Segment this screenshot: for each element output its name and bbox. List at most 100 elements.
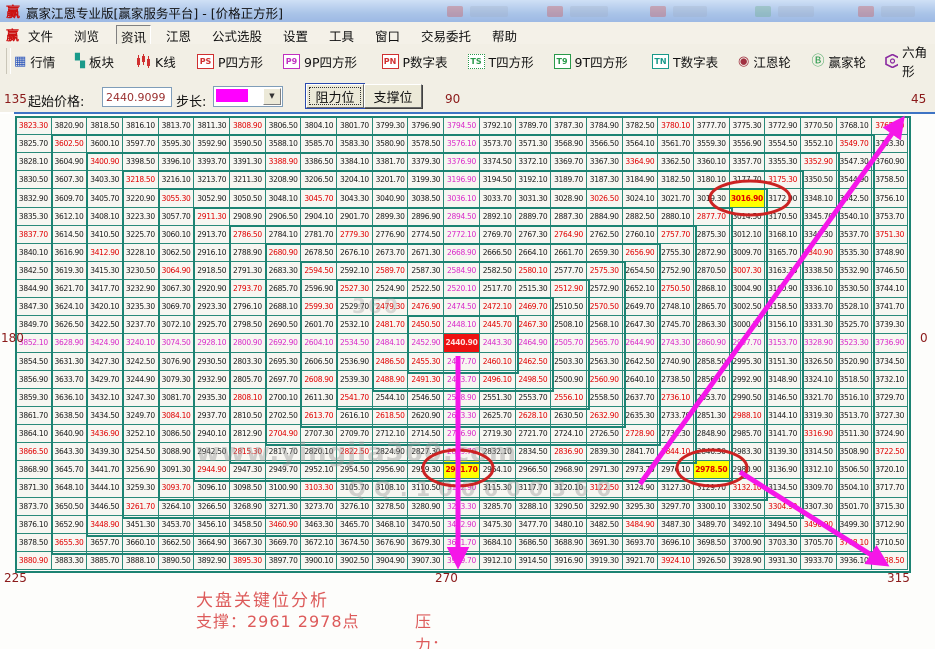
toolbar-item-9p-square[interactable]: P99P四方形 [283,51,357,71]
gann-cell: 2851.30 [694,407,730,425]
p-square-icon: PS [197,54,214,69]
gann-cell: 2529.70 [337,298,373,316]
gann-cell: 3768.10 [837,117,873,135]
gann-cell: 3892.90 [194,552,230,570]
menu-item-browse[interactable]: 浏览 [70,25,103,46]
gann-cell: 3254.50 [123,443,159,461]
gann-cell: 2901.70 [337,208,373,226]
toolbar-item-label: 赢家轮 [829,52,867,71]
gann-cell: 3715.30 [872,498,908,516]
gann-cell: 2467.30 [516,316,552,334]
gann-cell: 3926.50 [694,552,730,570]
toolbar-item-p-square[interactable]: PS P四方形 [197,51,263,71]
gann-cell: 3367.30 [587,153,623,171]
menu-item-help[interactable]: 帮助 [488,25,521,46]
gann-cell: 3475.30 [480,516,516,534]
gann-cell: 3842.50 [16,262,52,280]
menu-item-tools[interactable]: 工具 [325,25,358,46]
toolbar-item-hexagon[interactable]: 六角形 [885,51,935,71]
gann-cell: 3163.30 [765,262,801,280]
toolbar-item-label: T数字表 [673,52,718,71]
toolbar-item-p-number-table[interactable]: PNP数字表 [382,51,448,71]
gann-cell: 3127.30 [658,479,694,497]
toolbar-item-t-square[interactable]: TST四方形 [468,51,534,71]
gann-cell: 2685.70 [266,280,302,298]
gann-cell: 3256.90 [123,461,159,479]
gann-cell: 3324.10 [801,371,837,389]
menu-bar: 赢 文件浏览资讯江恩公式选股设置工具窗口交易委托帮助 [0,22,935,45]
gann-cell: 3520.90 [837,353,873,371]
gann-cell: 3448.90 [87,516,123,534]
gann-cell: 2472.10 [480,298,516,316]
gann-cell: 3648.10 [52,479,88,497]
t-number-table-icon: TN [652,54,669,69]
gann-cell: 3477.70 [516,516,552,534]
toolbar-item-label: P四方形 [218,52,263,71]
gann-cell: 2676.10 [337,244,373,262]
menu-item-window[interactable]: 窗口 [371,25,404,46]
gann-cell: 3187.30 [587,171,623,189]
gann-cell: 2601.70 [301,316,337,334]
gann-cell: 2805.70 [230,371,266,389]
dropdown-arrow-icon[interactable]: ▼ [263,88,281,105]
gann-cell: 3297.70 [658,498,694,516]
gann-cell: 3170.50 [765,208,801,226]
toolbar-item-quotes[interactable]: ▦行情 [14,51,55,71]
gann-cell: 2532.10 [337,316,373,334]
gann-cell: 3748.90 [872,244,908,262]
gann-cell: 3014.50 [730,208,766,226]
toolbar-item-kline[interactable]: K线 [136,51,176,71]
angle-label-270: 270 [435,571,458,585]
toolbar-item-sectors[interactable]: ▚板块 [75,51,114,71]
gann-cell: 3100.90 [266,479,302,497]
gann-cell: 3628.90 [52,334,88,352]
gann-cell: 2995.30 [730,353,766,371]
gann-cell: 2913.70 [194,226,230,244]
gann-cell: 3528.10 [837,298,873,316]
start-price-input[interactable] [102,87,172,107]
menu-item-formula-stock-pick[interactable]: 公式选股 [208,25,266,46]
gann-cell: 3890.50 [159,552,195,570]
gann-cell: 3024.10 [623,189,659,207]
menu-item-trade-order[interactable]: 交易委托 [417,25,475,46]
gann-cell: 3352.90 [801,153,837,171]
toolbar-item-winner-wheel[interactable]: Ⓑ赢家轮 [812,51,867,71]
gann-cell: 3415.30 [87,262,123,280]
gann-cell: 2632.90 [587,407,623,425]
toolbar-item-gann-wheel[interactable]: ◉江恩轮 [738,51,791,71]
menu-item-gann[interactable]: 江恩 [162,25,195,46]
gann-cell: 3564.10 [623,135,659,153]
gann-cell: 2793.70 [230,280,266,298]
gann-cell: 2592.10 [337,262,373,280]
gann-cell: 3093.70 [159,479,195,497]
gann-cell: 2582.50 [480,262,516,280]
gann-cell: 3432.10 [87,389,123,407]
gann-cell: 2469.70 [516,298,552,316]
gann-cell: 2479.30 [373,298,409,316]
menu-item-file[interactable]: 文件 [24,25,57,46]
gann-cell: 3060.10 [159,226,195,244]
menu-item-settings[interactable]: 设置 [279,25,312,46]
gann-cell: 3441.70 [87,461,123,479]
gann-cell: 3086.50 [159,425,195,443]
gann-cell: 3285.70 [480,498,516,516]
gann-cell: 3907.30 [408,552,444,570]
gann-cell: 3816.10 [123,117,159,135]
gann-cell: 3727.30 [872,407,908,425]
gann-cell: 2906.50 [266,208,302,226]
support-button[interactable]: 支撑位 [364,84,422,108]
gann-cell: 2452.90 [408,334,444,352]
gann-cell: 3604.90 [52,153,88,171]
gann-cell: 2493.70 [444,371,480,389]
gann-cell: 3230.50 [123,262,159,280]
gann-cell: 3381.70 [373,153,409,171]
step-color-dropdown[interactable]: ▼ [213,86,283,107]
gann-cell: 2695.30 [266,353,302,371]
gann-cell: 2647.30 [623,316,659,334]
gann-cell: 3540.10 [837,208,873,226]
toolbar-item-9t-square[interactable]: T99T四方形 [554,51,628,71]
gann-cell: 3919.30 [587,552,623,570]
gann-cell: 3679.30 [408,534,444,552]
toolbar-item-t-number-table[interactable]: TN T数字表 [652,51,718,71]
resistance-button[interactable]: 阻力位 [306,84,364,108]
